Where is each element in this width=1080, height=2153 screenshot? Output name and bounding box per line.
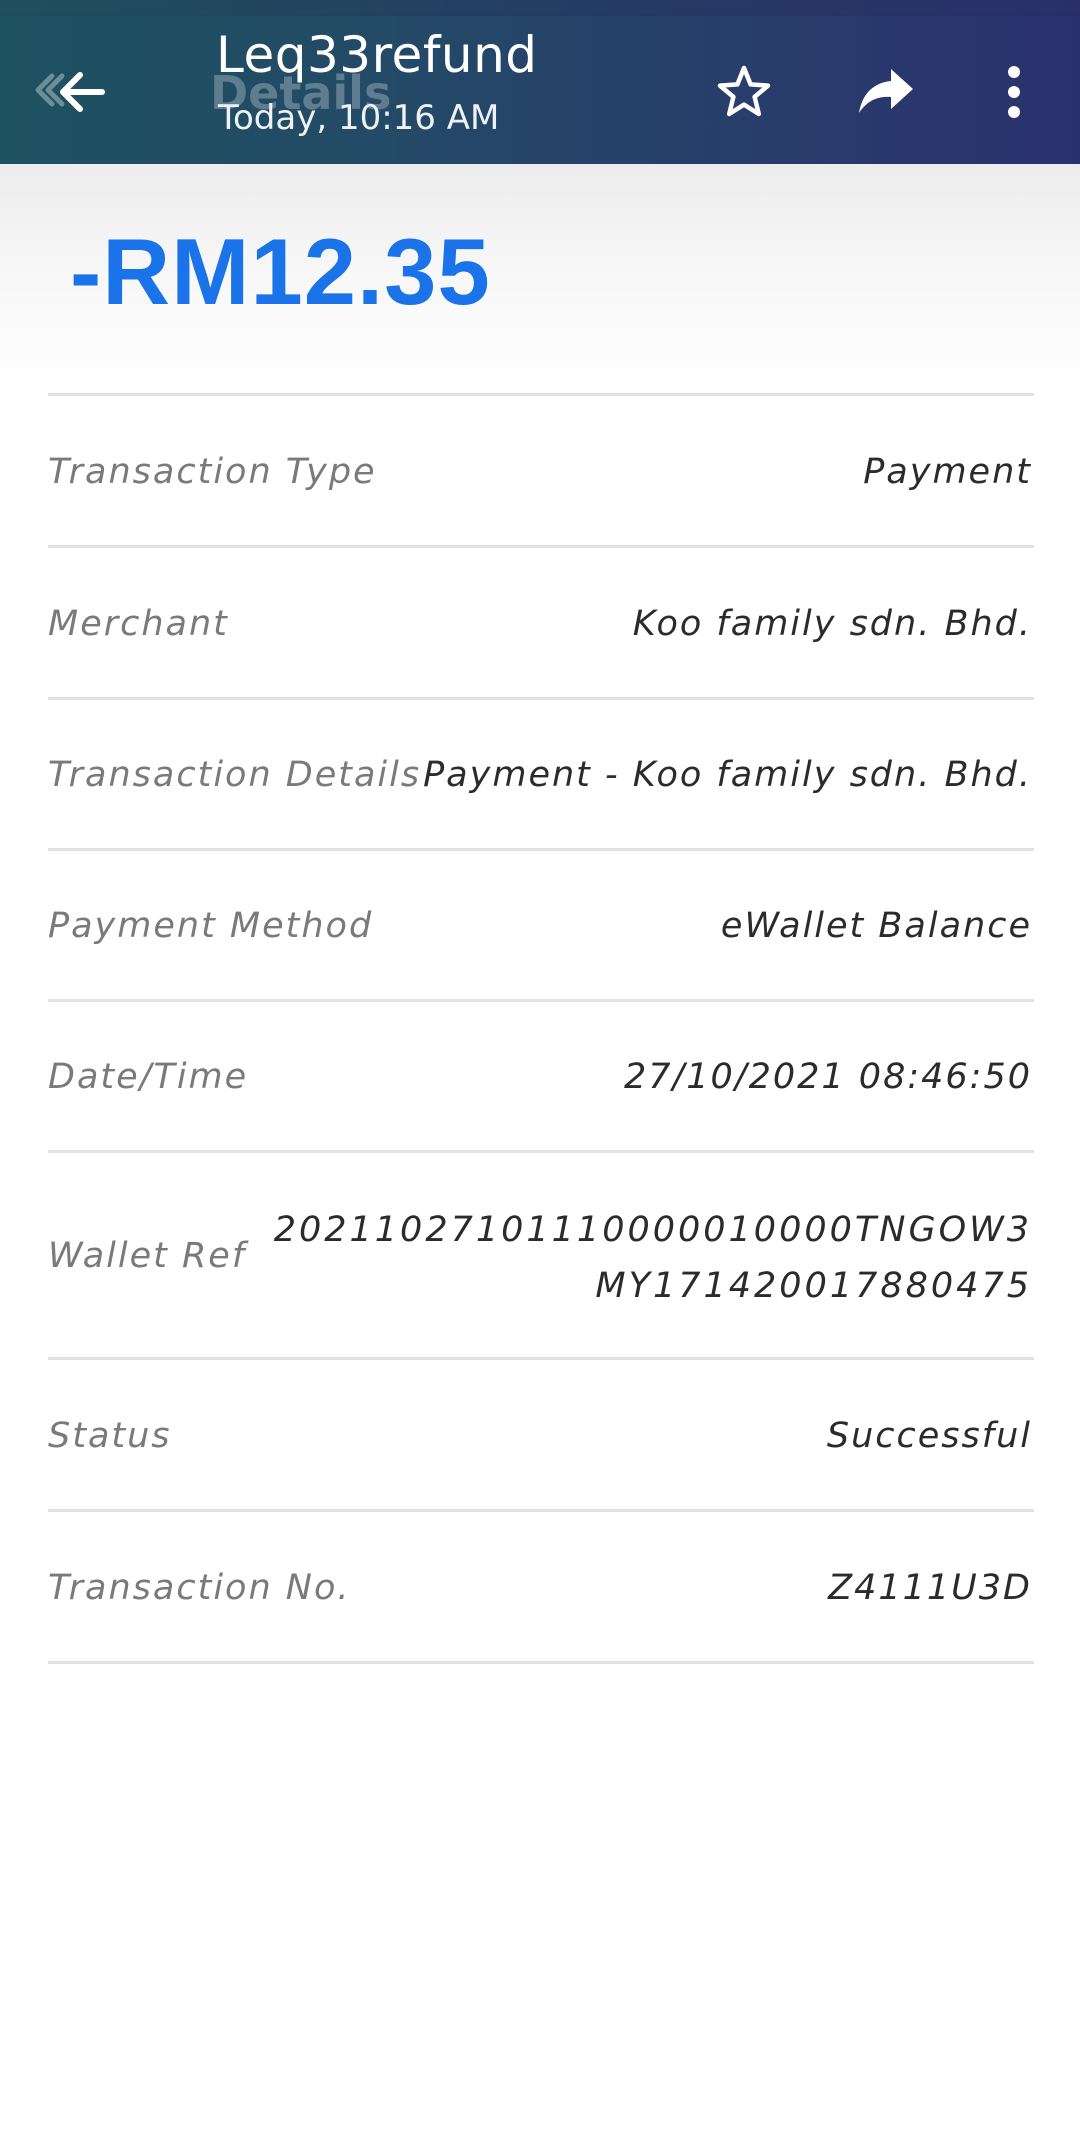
divider (48, 1509, 1034, 1512)
transaction-details-value: Payment - Koo family sdn. Bhd. (423, 755, 1032, 795)
status-value: Successful (826, 1416, 1032, 1456)
conversation-title: Leq33refund (216, 26, 538, 84)
status-bar (0, 0, 1080, 16)
forward-button[interactable] (850, 56, 922, 128)
merchant-label: Merchant (48, 604, 229, 644)
divider (48, 848, 1034, 851)
date-time-label: Date/Time (48, 1057, 249, 1097)
share-forward-icon (859, 69, 913, 113)
transaction-amount: -RM12.35 (70, 219, 491, 324)
divider (48, 1661, 1034, 1664)
divider (48, 697, 1034, 700)
star-outline-icon (717, 65, 771, 117)
divider (48, 545, 1034, 548)
date-time-value: 27/10/2021 08:46:50 (623, 1057, 1032, 1097)
more-vertical-icon (1008, 66, 1020, 118)
wallet-ref-label: Wallet Ref (48, 1236, 247, 1276)
divider (48, 999, 1034, 1002)
transaction-no-label: Transaction No. (48, 1568, 351, 1608)
app-bar: Details Leq33refund Today, 10:16 AM (0, 16, 1080, 164)
divider (48, 1150, 1034, 1153)
wallet-ref-value: 20211027101110000010000TNGOW3MY171420017… (273, 1210, 1032, 1306)
transaction-type-label: Transaction Type (48, 452, 377, 492)
transaction-no-value: Z4111U3D (828, 1568, 1032, 1608)
transaction-details-label: Transaction Details (48, 755, 422, 795)
transaction-details-screen: Details Leq33refund Today, 10:16 AM -RM1… (0, 0, 1080, 2153)
message-timestamp: Today, 10:16 AM (218, 98, 500, 138)
payment-method-value: eWallet Balance (720, 906, 1032, 946)
merchant-value: Koo family sdn. Bhd. (632, 604, 1032, 644)
back-button[interactable] (46, 56, 118, 128)
divider (48, 1357, 1034, 1360)
status-label: Status (48, 1416, 172, 1456)
arrow-left-icon (60, 72, 105, 112)
more-options-button[interactable] (978, 56, 1050, 128)
star-button[interactable] (708, 56, 780, 128)
payment-method-label: Payment Method (48, 906, 374, 946)
divider (48, 393, 1034, 396)
transaction-type-value: Payment (863, 452, 1032, 492)
